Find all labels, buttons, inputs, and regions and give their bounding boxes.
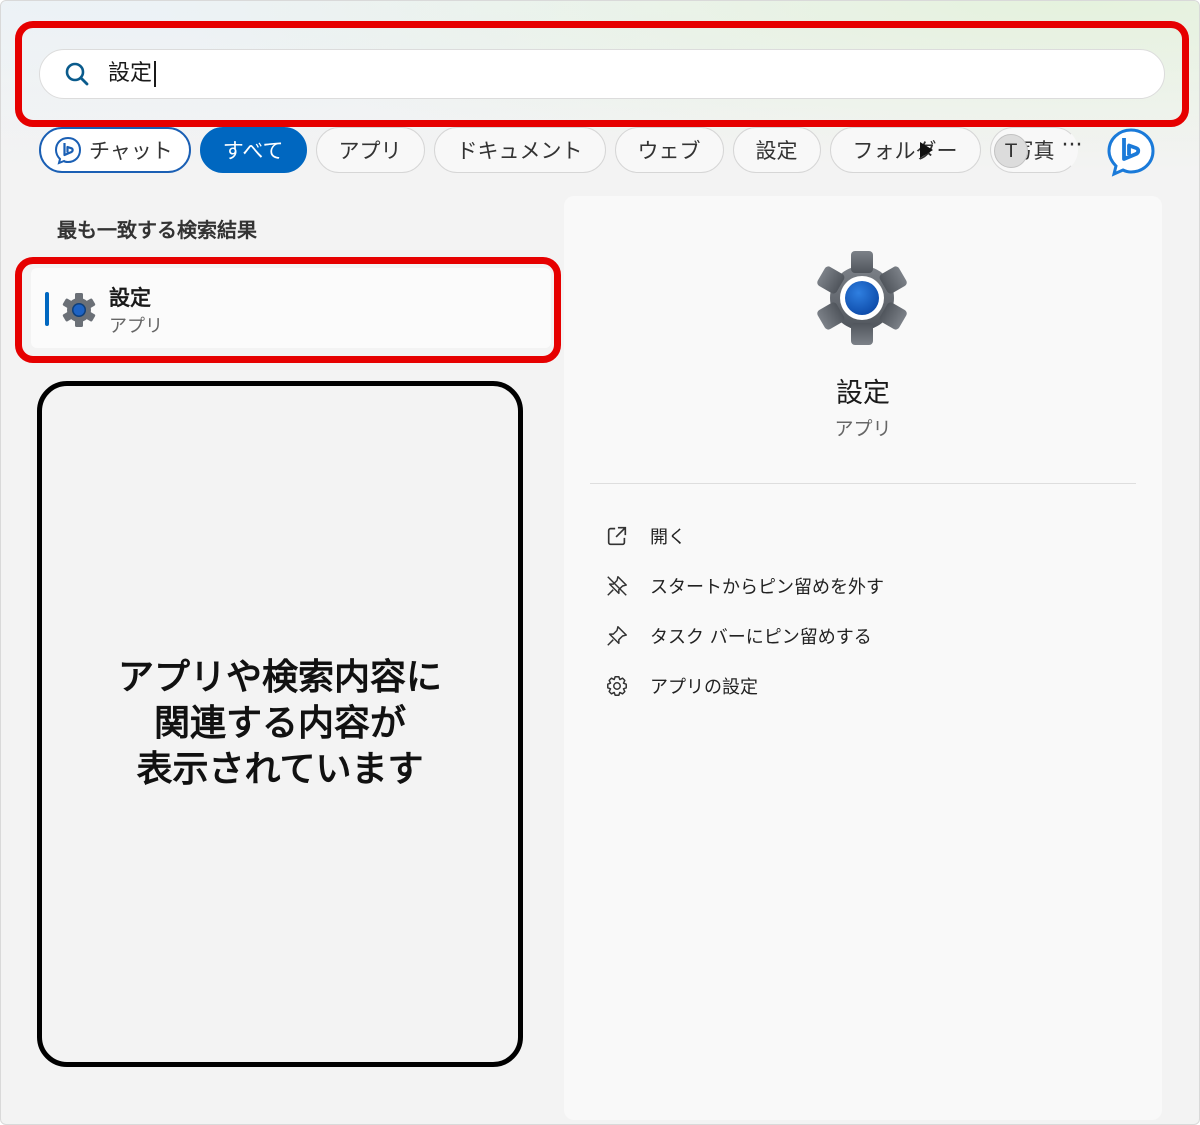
detail-pane: 設定 アプリ 開く スタートからピン留めを外す タスク バーにピン留めする アプ… xyxy=(564,196,1162,1120)
unpin-icon xyxy=(604,573,630,599)
annotation-box: アプリや検索内容に 関連する内容が 表示されています xyxy=(37,381,523,1067)
tab-documents[interactable]: ドキュメント xyxy=(433,127,606,173)
action-unpin-start-label: スタートからピン留めを外す xyxy=(650,577,884,598)
search-highlight-frame xyxy=(15,21,1189,127)
action-app-settings-label: アプリの設定 xyxy=(650,677,758,698)
gear-outline-icon xyxy=(604,673,630,699)
action-pin-taskbar-label: タスク バーにピン留めする xyxy=(650,627,872,648)
pin-icon xyxy=(604,623,630,649)
scroll-tabs-right-icon[interactable] xyxy=(915,137,937,163)
tab-web[interactable]: ウェブ xyxy=(614,127,724,173)
more-options-icon[interactable]: ··· xyxy=(1057,131,1087,161)
tab-settings-label: 設定 xyxy=(755,139,798,163)
tab-chat[interactable]: チャット xyxy=(39,127,191,173)
action-app-settings[interactable]: アプリの設定 xyxy=(604,661,884,711)
tab-web-label: ウェブ xyxy=(637,139,701,163)
tab-all[interactable]: すべて xyxy=(199,127,307,173)
action-open[interactable]: 開く xyxy=(604,511,884,561)
tab-apps[interactable]: アプリ xyxy=(315,127,425,173)
best-match-heading: 最も一致する検索結果 xyxy=(57,218,257,242)
settings-gear-large-icon xyxy=(817,251,907,345)
tab-folders-label: フォルダー xyxy=(852,139,958,163)
tab-documents-label: ドキュメント xyxy=(456,139,583,163)
action-unpin-start[interactable]: スタートからピン留めを外す xyxy=(604,561,884,611)
detail-divider xyxy=(590,483,1136,484)
tab-chat-label: チャット xyxy=(89,139,173,163)
avatar-initial: T xyxy=(1005,140,1017,162)
detail-actions: 開く スタートからピン留めを外す タスク バーにピン留めする アプリの設定 xyxy=(604,511,884,711)
tab-folders[interactable]: フォルダー xyxy=(829,127,981,173)
account-avatar[interactable]: T xyxy=(994,134,1028,168)
open-external-icon xyxy=(604,523,630,549)
tab-apps-label: アプリ xyxy=(338,139,402,163)
action-pin-taskbar[interactable]: タスク バーにピン留めする xyxy=(604,611,884,661)
annotation-text: アプリや検索内容に 関連する内容が 表示されています xyxy=(117,657,442,790)
bing-chat-icon xyxy=(54,136,82,165)
tab-all-label: すべて xyxy=(222,139,284,163)
action-open-label: 開く xyxy=(650,527,686,548)
tab-settings[interactable]: 設定 xyxy=(732,127,821,173)
best-match-highlight-frame xyxy=(15,257,561,363)
detail-subtitle: アプリ xyxy=(834,418,892,440)
bing-logo-icon[interactable] xyxy=(1105,126,1157,178)
start-search-panel: 設定 チャット すべて アプリ ドキュメント ウェブ 設定 フォルダー 写真 T… xyxy=(0,0,1200,1125)
detail-title: 設定 xyxy=(836,378,890,409)
